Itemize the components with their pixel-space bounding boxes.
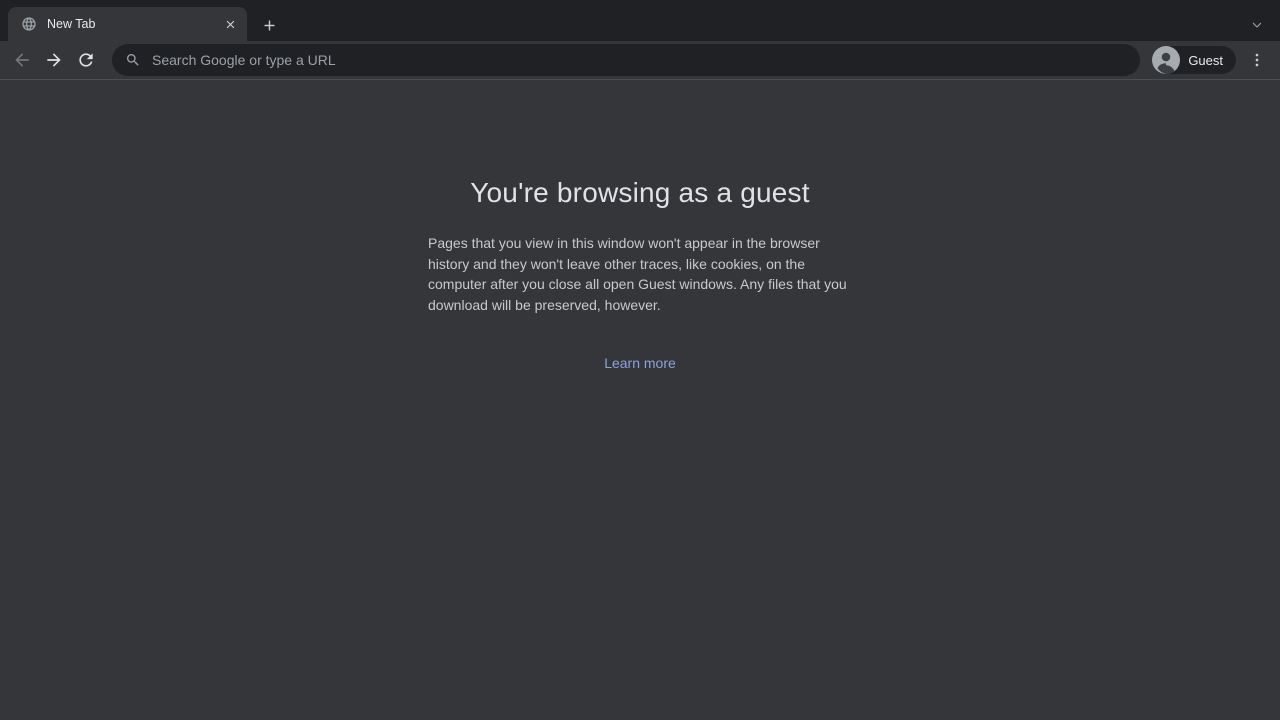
page-title: You're browsing as a guest bbox=[0, 80, 1280, 209]
globe-icon bbox=[21, 16, 37, 32]
browser-toolbar: Guest bbox=[0, 41, 1280, 80]
forward-button[interactable] bbox=[38, 44, 70, 76]
guest-profile-button[interactable]: Guest bbox=[1152, 46, 1236, 74]
back-button[interactable] bbox=[6, 44, 38, 76]
url-search-input[interactable] bbox=[150, 51, 1124, 69]
tab-new-tab[interactable]: New Tab bbox=[8, 7, 247, 41]
person-avatar-icon bbox=[1152, 46, 1180, 74]
guest-page: You're browsing as a guest Pages that yo… bbox=[0, 80, 1280, 719]
guest-description: Pages that you view in this window won't… bbox=[428, 233, 852, 315]
plus-icon bbox=[261, 17, 278, 34]
reload-button[interactable] bbox=[70, 44, 102, 76]
new-tab-button[interactable] bbox=[256, 12, 282, 38]
tab-strip: New Tab bbox=[0, 0, 1280, 41]
tab-title: New Tab bbox=[47, 17, 221, 31]
profile-label: Guest bbox=[1188, 53, 1223, 68]
search-icon bbox=[125, 52, 141, 68]
close-icon[interactable] bbox=[221, 15, 239, 33]
kebab-menu-icon bbox=[1248, 51, 1266, 69]
arrow-right-icon bbox=[44, 50, 64, 70]
arrow-left-icon bbox=[12, 50, 32, 70]
learn-more-link[interactable]: Learn more bbox=[604, 355, 676, 371]
omnibox[interactable] bbox=[112, 44, 1140, 76]
tab-search-button[interactable] bbox=[1248, 16, 1266, 34]
chevron-down-icon bbox=[1249, 17, 1265, 33]
refresh-icon bbox=[76, 50, 96, 70]
browser-menu-button[interactable] bbox=[1242, 45, 1272, 75]
